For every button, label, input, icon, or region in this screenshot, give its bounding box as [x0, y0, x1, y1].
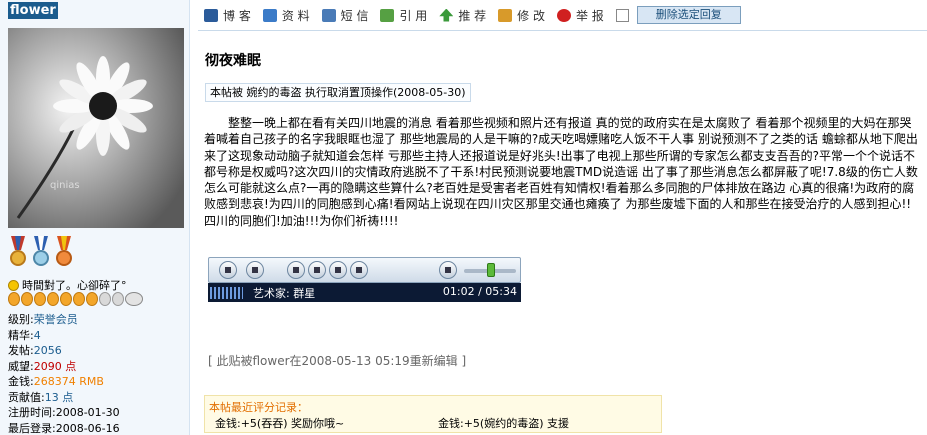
blog-button[interactable]: 博 客: [204, 7, 251, 24]
rewind-icon[interactable]: [308, 261, 326, 279]
player-artist: 艺术家: 群星: [253, 286, 316, 300]
profile-row: 贡献值:13 点: [8, 390, 74, 404]
profile-icon: [262, 8, 277, 22]
recommend-icon: [439, 8, 454, 22]
message-button[interactable]: 短 信: [321, 7, 368, 24]
quote-icon: [380, 8, 395, 22]
toolbar-divider: [198, 30, 927, 31]
post-body: 整整一晚上都在看有关四川地震的消息 看着那些视频和照片还有报道 真的觉的政府实在…: [204, 116, 918, 228]
user-profile: 级别:荣誉会员 精华:4 发帖:2056 威望:2090 点 金钱:268374…: [8, 312, 120, 435]
volume-knob[interactable]: [487, 263, 495, 277]
recommend-button[interactable]: 推 荐: [439, 7, 486, 24]
post-toolbar: 博 客 资 料 短 信 引 用 推 荐 修 改 举 报 删除选定回复: [204, 5, 741, 25]
rank-star-icon: [8, 292, 20, 306]
daisy-photo: qinias: [8, 28, 184, 228]
rating-entry: 金钱:+5(婉约的毒盗) 支援: [438, 417, 570, 430]
user-status: 時間對了。心卻碎了°: [8, 277, 127, 293]
rank-star-icon: [112, 292, 124, 306]
pause-icon[interactable]: [219, 261, 237, 279]
username[interactable]: flower: [8, 2, 58, 19]
rank-crown-icon: [125, 292, 143, 306]
report-button[interactable]: 举 报: [556, 7, 604, 24]
avatar-caption: qinias: [50, 180, 80, 191]
profile-row: 注册时间:2008-01-30: [8, 406, 120, 419]
medal-icon: [8, 236, 28, 274]
select-checkbox[interactable]: [615, 8, 629, 22]
equalizer-icon: [210, 286, 243, 299]
rank-star-icon: [60, 292, 72, 306]
player-time: 01:02 / 05:34: [442, 285, 517, 298]
blog-icon: [204, 8, 218, 22]
profile-row: 最后登录:2008-06-16: [8, 421, 120, 435]
edit-note: [ 此贴被flower在2008-05-13 05:19重新编辑 ]: [208, 354, 467, 368]
player-controls: [208, 257, 521, 283]
profile-row: 发帖:2056: [8, 344, 62, 357]
moderation-notice: 本帖被 婉约的毒盗 执行取消置顶操作(2008-05-30): [205, 83, 471, 102]
rank-icons: [8, 292, 143, 306]
quote-button[interactable]: 引 用: [380, 7, 427, 24]
message-icon: [321, 8, 336, 22]
profile-row: 威望:2090 点: [8, 359, 77, 373]
profile-button[interactable]: 资 料: [262, 7, 310, 24]
previous-icon[interactable]: [287, 261, 305, 279]
profile-row: 级别:荣誉会员: [8, 313, 78, 326]
rating-title: 本帖最近评分记录：: [209, 401, 308, 414]
profile-row: 精华:4: [8, 328, 41, 342]
rank-star-icon: [47, 292, 59, 306]
status-icon: [8, 279, 19, 291]
medal-icon: [31, 236, 51, 274]
medal-row: [8, 236, 74, 274]
volume-icon[interactable]: [439, 261, 457, 279]
media-player: 艺术家: 群星 01:02 / 05:34: [208, 257, 521, 302]
rank-star-icon: [73, 292, 85, 306]
fast-forward-icon[interactable]: [329, 261, 347, 279]
edit-icon: [498, 8, 513, 22]
avatar: qinias: [8, 28, 184, 228]
medal-icon: [54, 236, 74, 274]
profile-row: 金钱:268374 RMB: [8, 375, 104, 388]
rank-star-icon: [34, 292, 46, 306]
rating-record: 本帖最近评分记录： 金钱:+5(吞吞) 奖励你哦~ 金钱:+5(婉约的毒盗) 支…: [204, 395, 662, 433]
post-title: 彻夜难眠: [205, 53, 261, 69]
report-icon: [556, 8, 571, 22]
user-panel: flower qinias 時間對了。心卻碎了° 级别:荣誉会员 精华:4 发帖…: [0, 0, 190, 435]
post-area: 博 客 资 料 短 信 引 用 推 荐 修 改 举 报 删除选定回复 彻夜难眠 …: [198, 0, 927, 435]
next-icon[interactable]: [350, 261, 368, 279]
delete-selected-button[interactable]: 删除选定回复: [636, 6, 741, 24]
rank-star-icon: [86, 292, 98, 306]
rating-entry: 金钱:+5(吞吞) 奖励你哦~: [215, 417, 345, 430]
status-text: 時間對了。心卻碎了°: [22, 279, 127, 292]
rank-star-icon: [21, 292, 33, 306]
stop-icon[interactable]: [246, 261, 264, 279]
edit-button[interactable]: 修 改: [498, 7, 545, 24]
player-status: 艺术家: 群星 01:02 / 05:34: [208, 283, 521, 302]
rank-star-icon: [99, 292, 111, 306]
